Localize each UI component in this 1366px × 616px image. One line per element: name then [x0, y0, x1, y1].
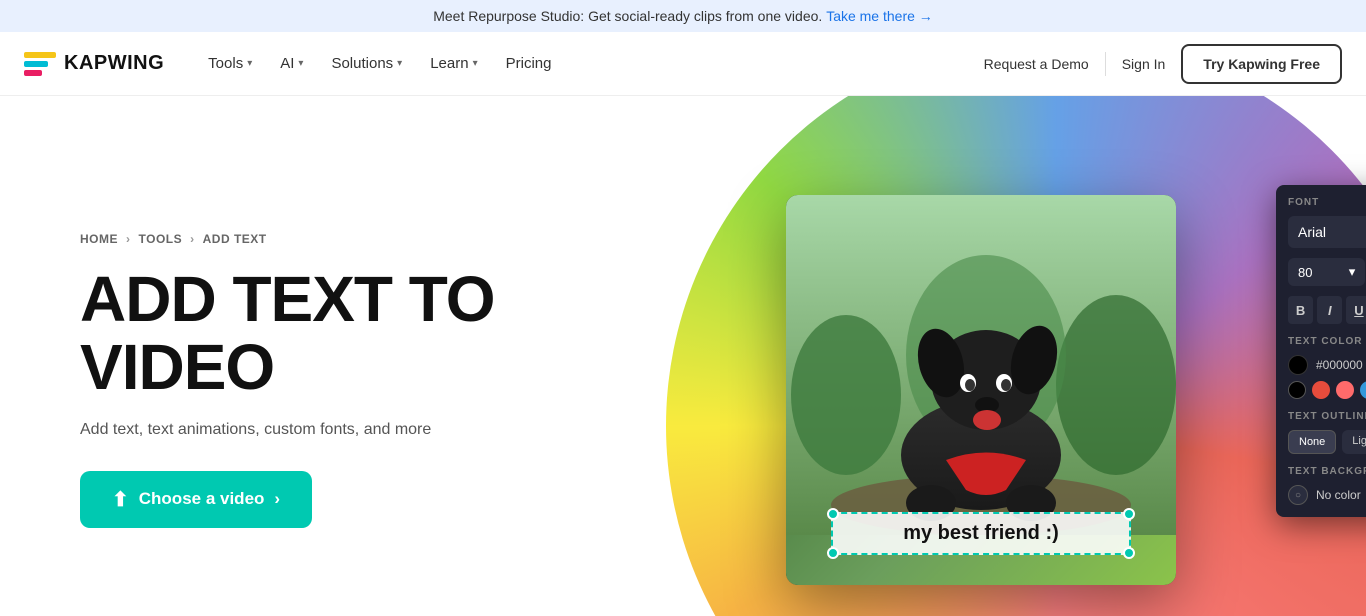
nav-item-learn[interactable]: Learn ▾	[418, 47, 489, 80]
banner-link[interactable]: Take me there →	[826, 8, 933, 24]
resize-handle-tr[interactable]	[1123, 508, 1135, 520]
outline-light-button[interactable]: Light	[1342, 430, 1366, 454]
text-selection-box[interactable]: my best friend :)	[831, 512, 1131, 555]
hero-right: FONT Arial ▾ 80 ▾ 🔒 Lock Ratio	[600, 175, 1286, 585]
color-hex: #000000	[1316, 358, 1363, 372]
nav-item-pricing[interactable]: Pricing	[494, 47, 564, 80]
text-outline-label: TEXT OUTLINE	[1288, 411, 1366, 422]
chevron-down-icon: ▾	[473, 58, 478, 69]
video-editor: my best friend :)	[786, 195, 1176, 585]
hero-section: HOME › TOOLS › ADD TEXT ADD TEXT TO VIDE…	[0, 96, 1366, 616]
chevron-down-icon: ▾	[298, 58, 303, 69]
font-label: FONT	[1288, 197, 1366, 208]
no-color-swatch[interactable]: ○	[1288, 485, 1308, 505]
upload-icon: ⬆	[112, 487, 129, 512]
breadcrumb-sep-1: ›	[126, 232, 131, 246]
font-panel: FONT Arial ▾ 80 ▾ 🔒 Lock Ratio	[1276, 185, 1366, 517]
outline-none-button[interactable]: None	[1288, 430, 1336, 454]
hero-description: Add text, text animations, custom fonts,…	[80, 421, 600, 439]
preset-blue[interactable]	[1360, 381, 1366, 399]
outline-row: None Light Dark	[1288, 430, 1366, 454]
text-color-section: TEXT COLOR #000000 ✏	[1288, 336, 1366, 399]
breadcrumb-home[interactable]: HOME	[80, 232, 118, 246]
size-row: 80 ▾ 🔒 Lock Ratio	[1288, 258, 1366, 286]
preset-red[interactable]	[1312, 381, 1330, 399]
logo-icon	[24, 52, 56, 76]
logo-text: KAPWING	[64, 52, 164, 75]
italic-button[interactable]: I	[1317, 296, 1342, 324]
nav-item-ai[interactable]: AI ▾	[268, 47, 315, 80]
size-value: 80	[1298, 265, 1312, 280]
color-picker-row: #000000 ✏	[1288, 355, 1366, 375]
size-chevron: ▾	[1349, 264, 1356, 280]
format-row: B I U ≡ ≡ ≡	[1288, 296, 1366, 324]
breadcrumb-tools[interactable]: TOOLS	[139, 232, 183, 246]
text-bg-label: TEXT BACKGROUND COLOR	[1288, 466, 1366, 477]
choose-video-button[interactable]: ⬆ Choose a video ›	[80, 471, 312, 528]
hero-title: ADD TEXT TO VIDEO	[80, 266, 600, 400]
nav-divider	[1105, 52, 1106, 76]
sign-in-link[interactable]: Sign In	[1122, 56, 1166, 72]
preset-pink[interactable]	[1336, 381, 1354, 399]
nav-links: Tools ▾ AI ▾ Solutions ▾ Learn ▾ Pricing	[196, 47, 983, 80]
hero-left: HOME › TOOLS › ADD TEXT ADD TEXT TO VIDE…	[80, 232, 600, 527]
try-free-button[interactable]: Try Kapwing Free	[1181, 44, 1342, 84]
breadcrumb-sep-2: ›	[190, 232, 195, 246]
font-value: Arial	[1298, 224, 1326, 240]
preset-black[interactable]	[1288, 381, 1306, 399]
editor-container: FONT Arial ▾ 80 ▾ 🔒 Lock Ratio	[786, 195, 1286, 585]
chevron-down-icon: ▾	[397, 58, 402, 69]
bold-button[interactable]: B	[1288, 296, 1313, 324]
text-color-label: TEXT COLOR	[1288, 336, 1366, 347]
chevron-down-icon: ▾	[247, 58, 252, 69]
video-overlay-text: my best friend :)	[903, 522, 1059, 544]
navbar: KAPWING Tools ▾ AI ▾ Solutions ▾ Learn ▾…	[0, 32, 1366, 96]
nav-item-tools[interactable]: Tools ▾	[196, 47, 264, 80]
arrow-icon: ›	[274, 489, 280, 509]
resize-handle-bl[interactable]	[827, 547, 839, 559]
color-swatch[interactable]	[1288, 355, 1308, 375]
bg-color-row: ○ No color ✏	[1288, 485, 1366, 505]
dog-svg	[786, 195, 1176, 535]
font-dropdown[interactable]: Arial ▾	[1288, 216, 1366, 248]
top-banner: Meet Repurpose Studio: Get social-ready …	[0, 0, 1366, 32]
color-presets	[1288, 381, 1366, 399]
no-color-label: No color	[1316, 488, 1361, 502]
underline-button[interactable]: U	[1346, 296, 1366, 324]
request-demo-link[interactable]: Request a Demo	[984, 56, 1089, 72]
breadcrumb: HOME › TOOLS › ADD TEXT	[80, 232, 600, 246]
nav-item-solutions[interactable]: Solutions ▾	[319, 47, 414, 80]
logo[interactable]: KAPWING	[24, 52, 164, 76]
nav-right: Request a Demo Sign In Try Kapwing Free	[984, 44, 1342, 84]
resize-handle-tl[interactable]	[827, 508, 839, 520]
breadcrumb-current: ADD TEXT	[203, 232, 267, 246]
banner-text: Meet Repurpose Studio: Get social-ready …	[433, 8, 822, 24]
resize-handle-br[interactable]	[1123, 547, 1135, 559]
text-overlay-wrapper: my best friend :)	[831, 512, 1131, 555]
font-size-box[interactable]: 80 ▾	[1288, 258, 1365, 286]
